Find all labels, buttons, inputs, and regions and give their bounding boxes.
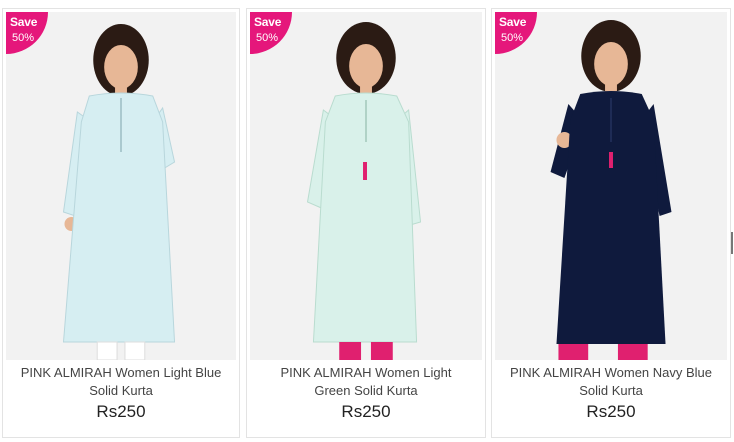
product-info: PINK ALMIRAH Women Light Blue Solid Kurt… — [3, 364, 239, 422]
product-card[interactable]: Save 50% PINK ALMIRAH Women Navy Blue So… — [491, 8, 731, 438]
model-illustration — [250, 12, 482, 360]
product-image[interactable]: Save 50% — [6, 12, 236, 360]
badge-value: 50% — [12, 32, 35, 44]
scrollbar-thumb[interactable] — [731, 232, 733, 254]
product-image[interactable]: Save 50% — [495, 12, 727, 360]
badge-label: Save — [499, 15, 527, 29]
model-illustration — [495, 12, 727, 360]
model-illustration — [6, 12, 236, 360]
product-card[interactable]: Save 50% PINK ALMIRAH Women Light Blue S… — [2, 8, 240, 438]
product-price: Rs250 — [96, 402, 146, 421]
product-info: PINK ALMIRAH Women Navy Blue Solid Kurta… — [492, 364, 730, 422]
product-image[interactable]: Save 50% — [250, 12, 482, 360]
product-card[interactable]: Save 50% PINK ALMIRAH Women Light Green … — [246, 8, 486, 438]
product-grid: Save 50% PINK ALMIRAH Women Light Blue S… — [0, 0, 734, 442]
badge-value: 50% — [501, 32, 524, 44]
badge-label: Save — [10, 15, 38, 29]
badge-value: 50% — [256, 32, 279, 44]
product-name[interactable]: PINK ALMIRAH Women Navy Blue Solid Kurta — [492, 364, 730, 400]
product-price: Rs250 — [341, 402, 391, 421]
product-name[interactable]: PINK ALMIRAH Women Light Green Solid Kur… — [247, 364, 485, 400]
product-name[interactable]: PINK ALMIRAH Women Light Blue Solid Kurt… — [3, 364, 239, 400]
badge-label: Save — [254, 15, 282, 29]
product-info: PINK ALMIRAH Women Light Green Solid Kur… — [247, 364, 485, 422]
product-price: Rs250 — [586, 402, 636, 421]
